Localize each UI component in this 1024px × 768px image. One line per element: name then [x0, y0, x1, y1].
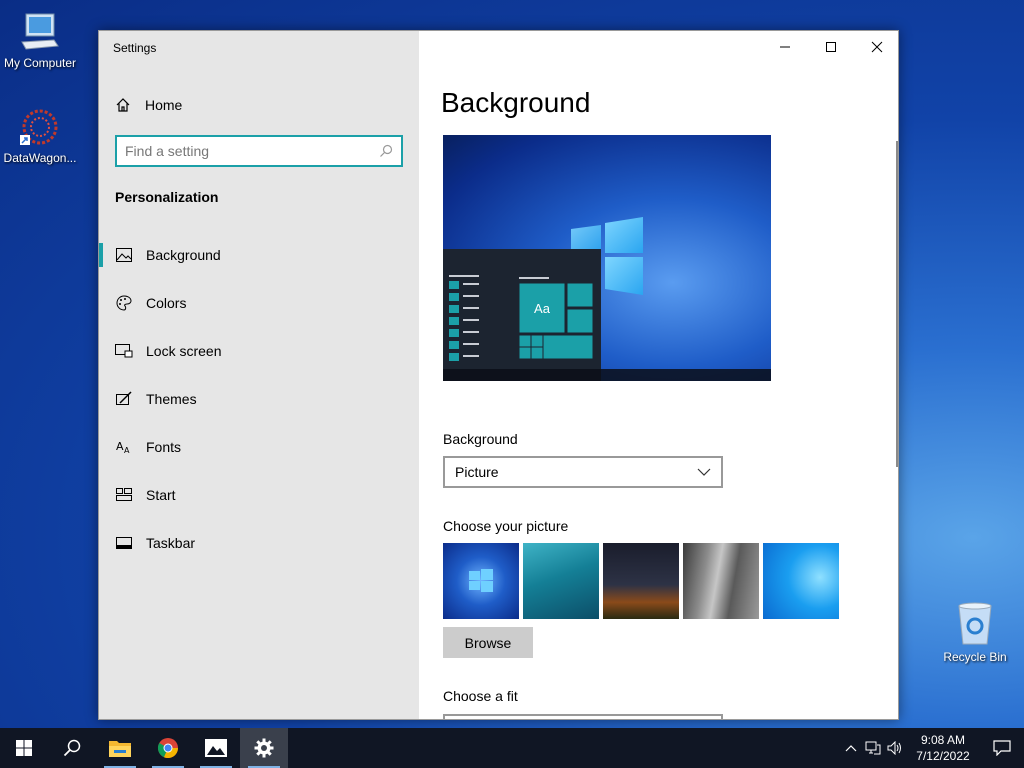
preview-sample-text: Aa: [534, 301, 551, 316]
sidebar-item-label: Lock screen: [146, 343, 222, 359]
clock[interactable]: 9:08 AM 7/12/2022: [906, 732, 980, 764]
page-title: Background: [441, 87, 591, 118]
maximize-icon: [826, 42, 836, 52]
search-icon: [380, 144, 393, 157]
main-content: Background Aa Background Picture Choose …: [419, 31, 898, 719]
settings-icon: [254, 738, 274, 758]
recycle-bin-icon: [958, 602, 992, 645]
clock-time: 9:08 AM: [920, 733, 966, 747]
sidebar: Settings Home Find a setting Personaliza…: [99, 31, 419, 719]
sidebar-nav: Background Colors Lock screen Themes A A…: [99, 231, 419, 567]
my-computer-shortcut[interactable]: My Computer: [0, 10, 80, 70]
photos-icon: [205, 739, 227, 757]
sidebar-item-label: Themes: [146, 391, 197, 407]
close-button[interactable]: [854, 31, 898, 63]
datawagon-shortcut[interactable]: DataWagon...: [0, 105, 80, 165]
picture-thumbnail-rock-face[interactable]: [683, 543, 759, 619]
start-button[interactable]: [0, 728, 48, 768]
sidebar-item-label: Start: [146, 487, 176, 503]
fit-dropdown[interactable]: [443, 714, 723, 719]
taskbar: 9:08 AM 7/12/2022: [0, 728, 1024, 768]
sidebar-item-label: Taskbar: [146, 535, 196, 551]
sidebar-item-lock-screen[interactable]: Lock screen: [99, 327, 419, 375]
chevron-up-icon: [845, 745, 857, 752]
sidebar-item-label: Colors: [146, 295, 187, 311]
sidebar-item-fonts[interactable]: AA Fonts: [99, 423, 419, 471]
section-title: Personalization: [115, 189, 219, 205]
volume-button[interactable]: [884, 728, 906, 768]
maximize-button[interactable]: [808, 31, 854, 63]
datawagon-icon: [20, 109, 58, 145]
search-button[interactable]: [48, 728, 96, 768]
home-link[interactable]: Home: [115, 95, 182, 115]
clock-date: 7/12/2022: [916, 749, 970, 763]
file-explorer-button[interactable]: [96, 728, 144, 768]
close-icon: [871, 41, 883, 53]
lock-screen-icon: [115, 342, 133, 360]
scrollbar[interactable]: [896, 141, 898, 467]
datawagon-label: DataWagon...: [3, 151, 77, 165]
start-icon: [115, 486, 133, 504]
home-icon: [116, 98, 130, 112]
recycle-bin-shortcut[interactable]: Recycle Bin: [935, 600, 1015, 664]
windows-start-icon: [16, 740, 32, 756]
picture-thumbnail-windows-light[interactable]: [763, 543, 839, 619]
search-icon: [63, 739, 81, 757]
file-explorer-icon: [109, 741, 131, 757]
sidebar-item-background[interactable]: Background: [99, 231, 419, 279]
sidebar-item-label: Background: [146, 247, 221, 263]
svg-text:A: A: [124, 446, 130, 454]
chevron-down-icon: [697, 468, 711, 476]
picture-thumbnails: [443, 543, 843, 619]
notification-icon: [993, 740, 1011, 756]
notifications-button[interactable]: [980, 728, 1024, 768]
picture-thumbnail-windows-blue[interactable]: [443, 543, 519, 619]
picture-thumbnail-night-sky[interactable]: [603, 543, 679, 619]
home-label: Home: [145, 97, 183, 113]
preview-graphic: Aa: [443, 217, 771, 381]
choose-fit-label: Choose a fit: [443, 688, 518, 704]
background-label: Background: [443, 431, 518, 447]
network-button[interactable]: [862, 728, 884, 768]
my-computer-label: My Computer: [3, 56, 77, 70]
window-title: Settings: [113, 41, 157, 55]
palette-icon: [115, 294, 133, 312]
themes-icon: [115, 390, 133, 408]
sidebar-item-colors[interactable]: Colors: [99, 279, 419, 327]
show-hidden-icons-button[interactable]: [840, 728, 862, 768]
search-placeholder: Find a setting: [125, 143, 210, 159]
browse-button[interactable]: Browse: [443, 627, 533, 658]
minimize-icon: [780, 46, 790, 48]
window-controls: [762, 31, 898, 63]
sidebar-item-label: Fonts: [146, 439, 182, 455]
picture-thumbnail-underwater[interactable]: [523, 543, 599, 619]
svg-text:A: A: [116, 440, 124, 453]
settings-window: Settings Home Find a setting Personaliza…: [98, 30, 899, 720]
recycle-bin-label: Recycle Bin: [943, 650, 1007, 664]
picture-icon: [115, 246, 133, 264]
fonts-icon: AA: [115, 438, 133, 456]
preview-taskbar: [443, 369, 771, 381]
choose-picture-label: Choose your picture: [443, 518, 569, 534]
taskbar-icon: [115, 534, 133, 552]
sidebar-item-taskbar[interactable]: Taskbar: [99, 519, 419, 567]
settings-button[interactable]: [240, 728, 288, 768]
background-dropdown[interactable]: Picture: [443, 456, 723, 488]
background-dropdown-value: Picture: [455, 464, 499, 480]
system-tray: 9:08 AM 7/12/2022: [840, 728, 1024, 768]
photos-button[interactable]: [192, 728, 240, 768]
background-preview: Aa: [443, 135, 771, 381]
sidebar-item-start[interactable]: Start: [99, 471, 419, 519]
chrome-button[interactable]: [144, 728, 192, 768]
computer-icon: [21, 13, 59, 50]
search-input[interactable]: Find a setting: [115, 135, 403, 167]
minimize-button[interactable]: [762, 31, 808, 63]
chrome-icon: [157, 738, 179, 759]
volume-icon: [887, 741, 901, 755]
sidebar-item-themes[interactable]: Themes: [99, 375, 419, 423]
network-icon: [865, 741, 881, 755]
